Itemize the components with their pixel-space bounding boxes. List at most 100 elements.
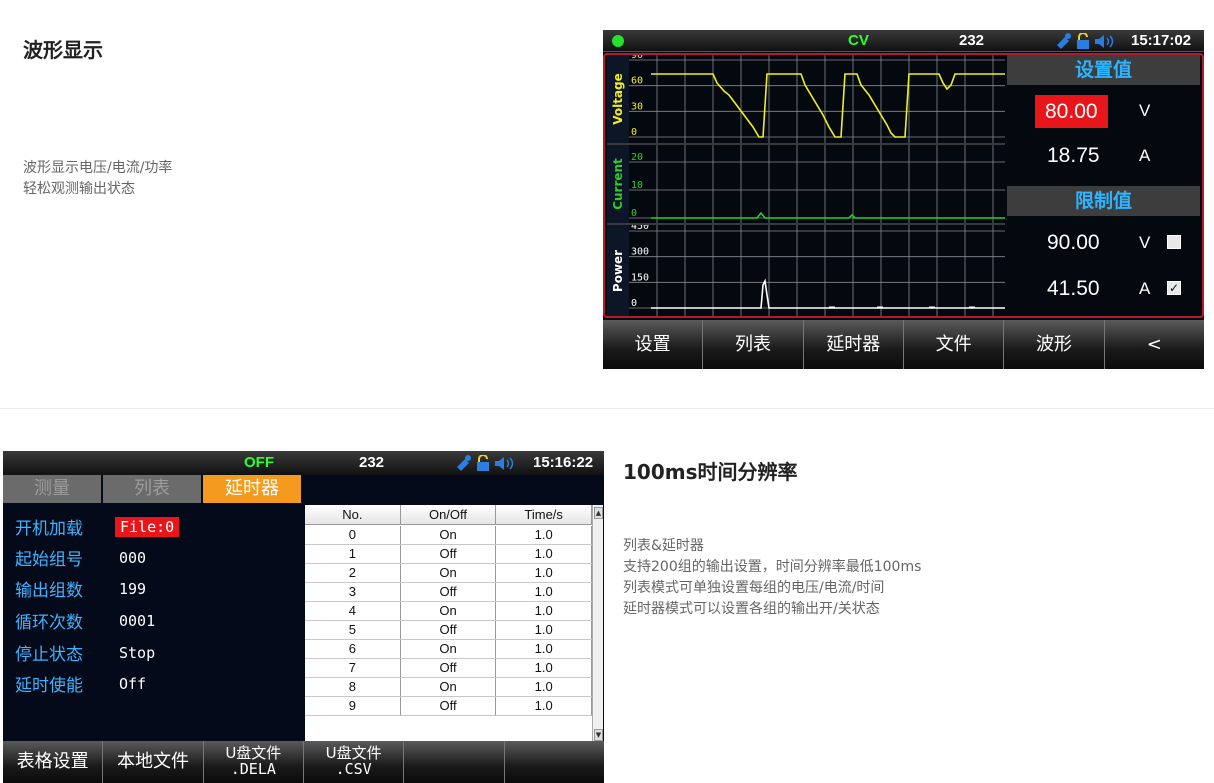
voltage-wave-panel: Voltage 90 60 30 0 (607, 55, 1005, 143)
limit-voltage-value[interactable]: 90.00 (1047, 231, 1100, 255)
delay-screen: OFF 232 15:16:22 测量 列表 延时器 开机加载 File:0 起… (3, 451, 604, 783)
limit-voltage-unit: V (1139, 233, 1151, 252)
table-cell: 1.0 (496, 526, 593, 544)
menu-usb-dela-button[interactable]: U盘文件 .DELA (203, 741, 304, 783)
section-divider (0, 408, 1214, 409)
table-cell: 1.0 (496, 659, 593, 677)
menu-empty-button[interactable] (504, 741, 604, 783)
tick-label: 30 (631, 101, 643, 112)
usb-icon (1057, 33, 1071, 49)
param-label: 输出组数 (15, 581, 83, 601)
tab-delay[interactable]: 延时器 (203, 475, 303, 503)
voltage-label: Voltage (611, 73, 625, 125)
table-row[interactable]: 4 On 1.0 (305, 602, 593, 621)
table-row[interactable]: 3 Off 1.0 (305, 583, 593, 602)
current-wave-panel: Current 20 10 0 (607, 143, 1005, 223)
limit-voltage-checkbox[interactable] (1167, 235, 1181, 249)
param-label: 停止状态 (15, 645, 83, 665)
param-value[interactable]: 000 (119, 549, 146, 567)
limit-current-value[interactable]: 41.50 (1047, 277, 1100, 301)
setting-voltage-value[interactable]: 80.00 (1035, 95, 1108, 128)
tick-label: 90 (631, 55, 643, 61)
table-row[interactable]: 7 Off 1.0 (305, 659, 593, 678)
param-value[interactable]: 199 (119, 580, 146, 598)
section1-desc-line: 波形显示电压/电流/功率 (23, 160, 173, 176)
tab-list[interactable]: 列表 (103, 475, 203, 503)
section1-desc-line: 轻松观测输出状态 (23, 181, 135, 197)
tab-bar: 测量 列表 延时器 (3, 475, 303, 503)
param-row[interactable]: 开机加载 File:0 (15, 514, 305, 544)
menu-setting-button[interactable]: 设置 (603, 320, 704, 369)
tick-label: 20 (631, 152, 643, 163)
speaker-icon (495, 457, 514, 470)
setting-voltage-unit: V (1139, 101, 1151, 120)
status-bar: CV 232 15:17:02 (603, 30, 1204, 52)
table-cell: On (401, 640, 497, 658)
table-row[interactable]: 9 Off 1.0 (305, 697, 593, 716)
menu-empty-button[interactable] (404, 741, 505, 783)
param-value[interactable]: 0001 (119, 612, 155, 630)
table-scrollbar[interactable]: ▲ ▼ (592, 505, 603, 743)
menu-delay-button[interactable]: 延时器 (803, 320, 904, 369)
menu-back-button[interactable]: < (1104, 320, 1204, 369)
table-row[interactable]: 8 On 1.0 (305, 678, 593, 697)
menu-table-setting-button[interactable]: 表格设置 (3, 741, 104, 783)
status-icons (1057, 33, 1114, 49)
menu-usb-csv-button[interactable]: U盘文件 .CSV (303, 741, 405, 783)
clock: 15:17:02 (1131, 32, 1192, 49)
table-cell: 1.0 (496, 545, 593, 563)
table-cell: 5 (305, 621, 401, 639)
param-value[interactable]: File:0 (115, 517, 180, 537)
table-cell: On (401, 602, 497, 620)
param-value[interactable]: Off (119, 675, 146, 693)
param-row[interactable]: 延时使能 Off (15, 671, 305, 701)
table-cell: 1.0 (496, 564, 593, 582)
setting-current-value[interactable]: 18.75 (1047, 144, 1100, 168)
mode-indicator: OFF (244, 454, 274, 471)
scroll-down-icon[interactable]: ▼ (594, 729, 603, 741)
menu-wave-button[interactable]: 波形 (1004, 320, 1105, 369)
section2-description: 列表&延时器 支持200组的输出设置，时间分辨率最低100ms 列表模式可单独设… (623, 536, 921, 620)
usb-icon (457, 455, 471, 471)
table-cell: 2 (305, 564, 401, 582)
output-status-dot (612, 35, 624, 47)
voltage-chart: 90 60 30 0 (629, 55, 1005, 143)
table-cell: 1 (305, 545, 401, 563)
param-row[interactable]: 输出组数 199 (15, 576, 305, 606)
tick-label: 0 (631, 298, 637, 309)
table-cell: On (401, 564, 497, 582)
column-header: On/Off (401, 505, 497, 524)
clock: 15:16:22 (533, 454, 594, 471)
limit-current-unit: A (1139, 279, 1151, 298)
mode-indicator: CV (848, 32, 869, 49)
scroll-up-icon[interactable]: ▲ (594, 507, 603, 519)
table-cell: 1.0 (496, 602, 593, 620)
table-cell: 1.0 (496, 583, 593, 601)
table-row[interactable]: 1 Off 1.0 (305, 545, 593, 564)
param-row[interactable]: 停止状态 Stop (15, 640, 305, 670)
param-row[interactable]: 起始组号 000 (15, 545, 305, 575)
menu-line: 本地文件 (116, 751, 189, 772)
setting-header: 设置值 (1007, 55, 1200, 85)
setting-current-unit: A (1139, 146, 1151, 165)
table-row[interactable]: 6 On 1.0 (305, 640, 593, 659)
section1-description: 波形显示电压/电流/功率 轻松观测输出状态 (23, 158, 172, 200)
param-label: 开机加载 (15, 519, 83, 539)
status-number: 232 (359, 454, 385, 471)
current-axis-label: Current (607, 145, 629, 223)
section1-title: 波形显示 (23, 38, 103, 62)
status-bar: OFF 232 15:16:22 (3, 451, 604, 475)
tab-measure[interactable]: 测量 (3, 475, 103, 503)
table-row[interactable]: 0 On 1.0 (305, 526, 593, 545)
menu-local-file-button[interactable]: 本地文件 (103, 741, 204, 783)
table-row[interactable]: 5 Off 1.0 (305, 621, 593, 640)
menu-list-button[interactable]: 列表 (703, 320, 804, 369)
param-label: 起始组号 (15, 550, 83, 570)
power-wave-panel: Power 450 300 150 0 (607, 223, 1005, 316)
param-row[interactable]: 循环次数 0001 (15, 608, 305, 638)
table-cell: Off (401, 659, 497, 677)
table-row[interactable]: 2 On 1.0 (305, 564, 593, 583)
limit-current-checkbox[interactable]: ✓ (1167, 281, 1181, 295)
menu-file-button[interactable]: 文件 (903, 320, 1005, 369)
param-value[interactable]: Stop (119, 644, 155, 662)
